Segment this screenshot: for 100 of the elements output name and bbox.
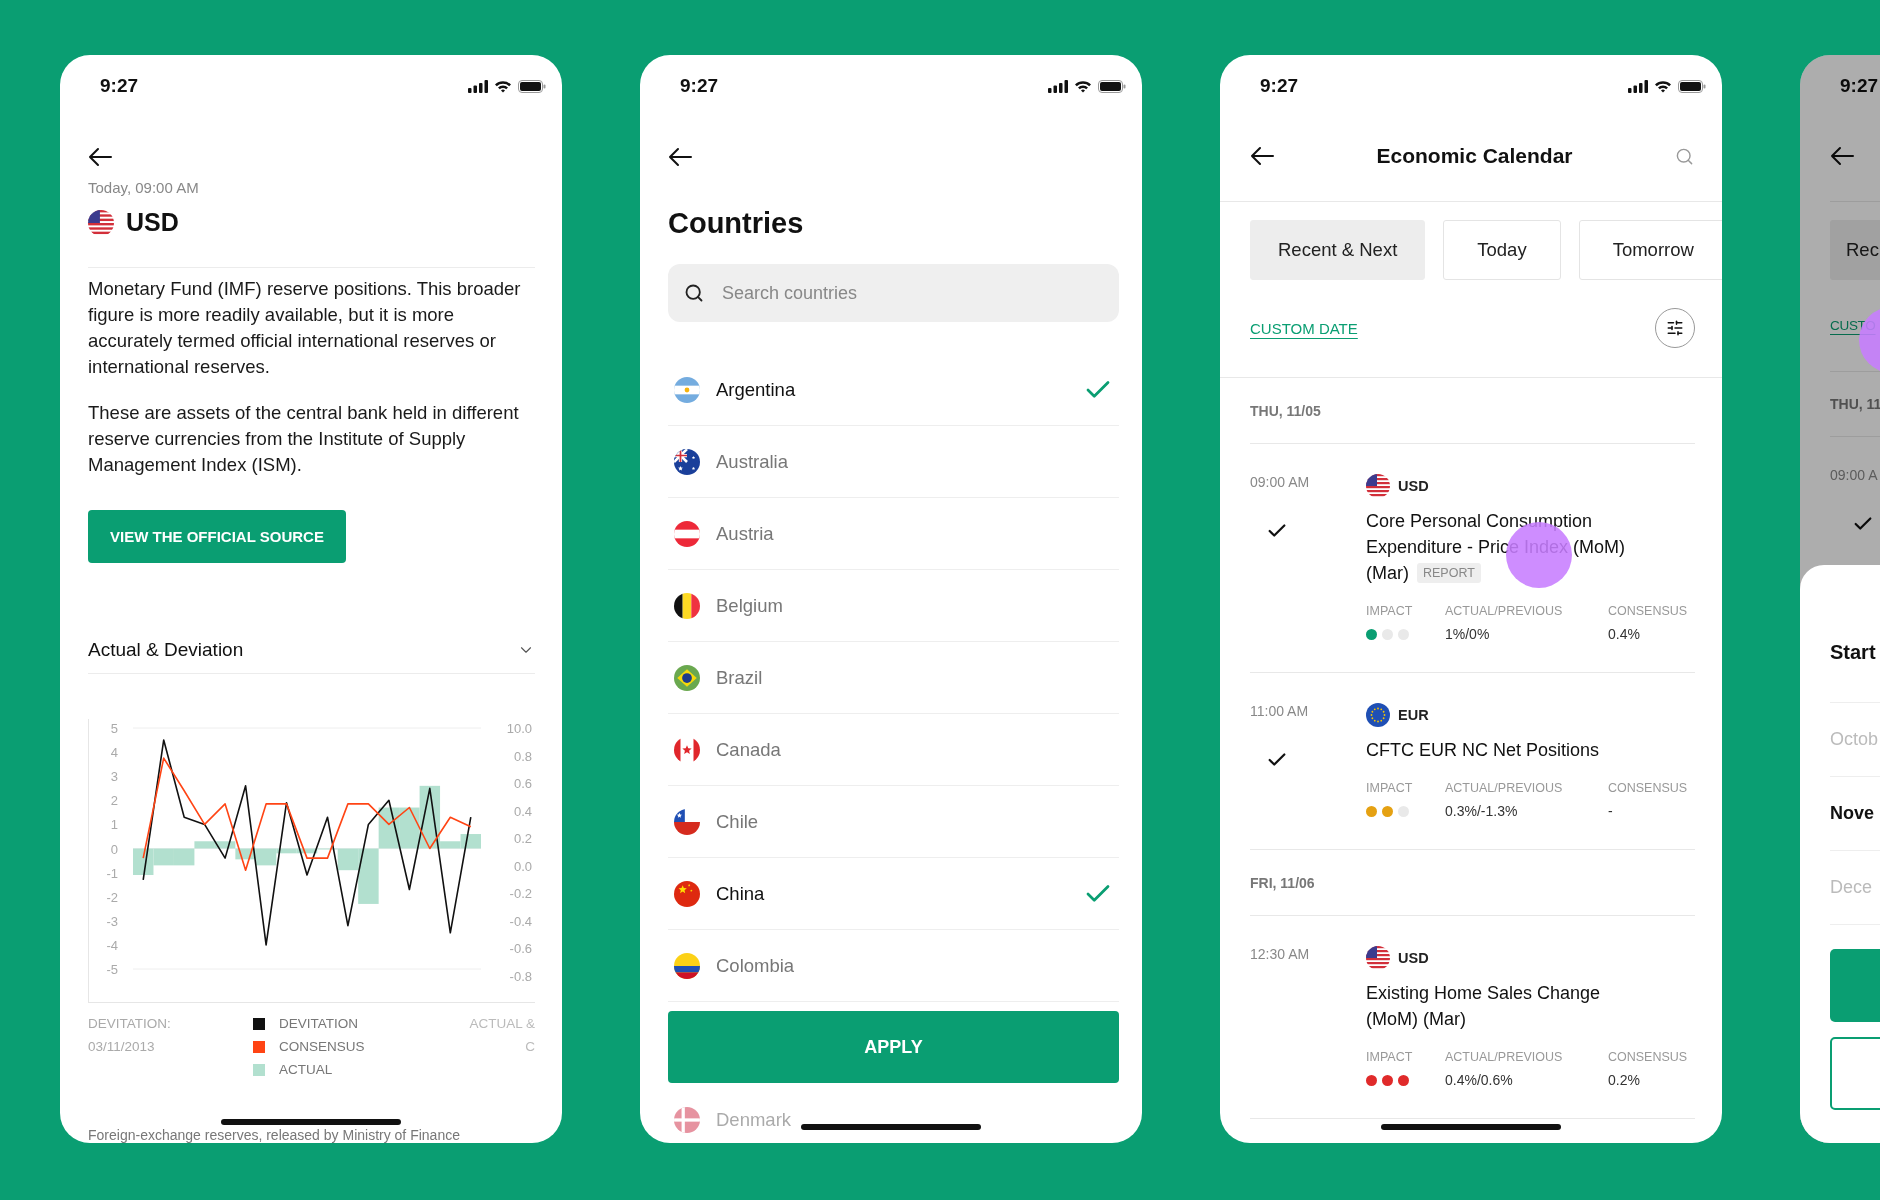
axis-label: 3 [110, 769, 118, 785]
country-name: Canada [716, 738, 782, 761]
axis-label: -1 [106, 865, 118, 881]
battery-icon [518, 79, 546, 93]
actual-previous-value: 0.3%/-1.3% [1445, 803, 1519, 819]
flag-icon [674, 376, 700, 403]
impact-label: IMPACT [1366, 604, 1414, 618]
consensus-value: 0.4% [1608, 626, 1641, 642]
flag-icon [674, 664, 700, 691]
axis-label: -5 [106, 962, 118, 977]
actual-previous-label: ACTUAL/PREVIOUS [1445, 604, 1564, 618]
custom-date-link[interactable]: CUSTOM DATE [1250, 319, 1358, 337]
search-field[interactable]: Search countries [668, 264, 1119, 322]
screen-title: Countries [668, 207, 805, 240]
status-time: 9:27 [680, 75, 719, 97]
date-tab[interactable]: Recent & Next [1250, 220, 1426, 280]
consensus-label: CONSENSUS [1608, 1050, 1689, 1064]
footer-text: Foreign-exchange reserves, released by Ministry of Finance [88, 1128, 461, 1143]
filter-button[interactable] [1655, 308, 1695, 348]
flag-icon [1366, 703, 1390, 727]
flag-icon [674, 952, 700, 979]
date-tab[interactable]: Tomorrow [1578, 220, 1722, 280]
axis-label: 4 [110, 745, 118, 761]
axis-label: -0.6 [509, 941, 532, 957]
date-tab[interactable]: Rec [1830, 220, 1880, 280]
flag-icon [1366, 474, 1390, 498]
axis-label: 0.0 [513, 858, 532, 874]
axis-label: -3 [106, 913, 118, 929]
country-name: Argentina [716, 378, 797, 401]
axis-label: -0.8 [509, 969, 532, 984]
back-arrow-icon[interactable] [1250, 146, 1274, 166]
currency-code: USD [1398, 478, 1429, 494]
country-option[interactable]: China [668, 858, 1119, 930]
currency-code: USD [1398, 950, 1429, 966]
search-icon[interactable] [1675, 146, 1694, 166]
date-tab[interactable]: Today [1443, 220, 1561, 280]
country-option[interactable]: Argentina [668, 354, 1119, 426]
axis-label: 5 [110, 721, 118, 736]
signal-icon [1628, 79, 1648, 93]
flag-icon [674, 880, 700, 907]
axis-label: -0.2 [509, 886, 532, 902]
wifi-icon [1074, 79, 1092, 93]
country-name: Australia [716, 450, 789, 473]
event-datetime: Today, 09:00 AM [88, 179, 200, 196]
status-time: 9:27 [100, 75, 139, 97]
impact-label: IMPACT [1366, 1050, 1414, 1064]
battery-icon [1678, 79, 1706, 93]
day-heading: FRI, 11/06 [1250, 874, 1315, 891]
country-name: Denmark [716, 1109, 792, 1131]
axis-label: 10.0 [506, 721, 532, 736]
consensus-label: CONSENSUS [1608, 781, 1689, 795]
axis-label: -4 [106, 937, 118, 953]
axis-label: -2 [106, 889, 118, 905]
consensus-value: 0.2% [1608, 1072, 1641, 1088]
flag-icon [88, 209, 114, 236]
flag-icon [674, 520, 700, 547]
back-arrow-icon[interactable] [1830, 146, 1854, 166]
deviation-date: 03/11/2013 [88, 1039, 156, 1054]
country-option[interactable]: Chile [668, 786, 1119, 858]
legend-label: DEVITATION [279, 1016, 358, 1031]
event-title: Existing Home Sales Change (MoM) (Mar) [1366, 982, 1602, 1031]
search-icon [684, 283, 704, 303]
axis-label: 1 [110, 817, 118, 833]
country-name: Belgium [716, 594, 784, 617]
event-time: 09:00 AM [1250, 474, 1311, 490]
flag-icon [674, 448, 700, 475]
country-option[interactable]: Belgium [668, 570, 1119, 642]
back-arrow-icon[interactable] [668, 147, 692, 167]
axis-label: -0.4 [509, 913, 532, 929]
actual-previous-value: 1%/0% [1445, 626, 1491, 642]
actual-previous-value: 0.4%/0.6% [1445, 1072, 1514, 1088]
search-input[interactable]: Search countries [720, 281, 1103, 305]
status-time: 9:27 [1260, 75, 1299, 97]
country-option[interactable]: Canada [668, 714, 1119, 786]
axis-label: 0.6 [513, 776, 532, 792]
country-option[interactable]: Austria [668, 498, 1119, 570]
status-time: 9:27 [1840, 75, 1879, 97]
wifi-icon [494, 79, 512, 93]
official-source-button[interactable]: VIEW THE OFFICIAL SOURCE [88, 510, 346, 563]
event-time: 11:00 AM [1250, 703, 1310, 719]
day-heading: THU, 11/05 [1250, 402, 1321, 419]
signal-icon [468, 79, 488, 93]
summary-label: C [524, 1039, 535, 1054]
sliders-icon [1666, 319, 1684, 337]
country-name: Austria [716, 522, 775, 545]
description-text: Monetary Fund (IMF) reserve positions. This broader figure is more readily available, but it is more accurately termed official international reserves or international reserves. [88, 277, 522, 379]
currency-code: EUR [1398, 707, 1429, 723]
country-option[interactable]: Colombia [668, 930, 1119, 1002]
event-time: 09:00 A [1830, 467, 1879, 483]
country-name: China [716, 882, 766, 905]
sheet-title: Start [1830, 641, 1876, 664]
event-time: 12:30 AM [1250, 946, 1311, 962]
back-arrow-icon[interactable] [88, 147, 112, 167]
country-option[interactable]: Brazil [668, 642, 1119, 714]
flag-icon [674, 1107, 700, 1133]
country-option[interactable]: Australia [668, 426, 1119, 498]
flag-icon [674, 592, 700, 619]
apply-button[interactable]: APPLY [668, 1011, 1119, 1083]
month-option[interactable]: Nove [1830, 803, 1874, 824]
flag-icon [1366, 946, 1390, 970]
